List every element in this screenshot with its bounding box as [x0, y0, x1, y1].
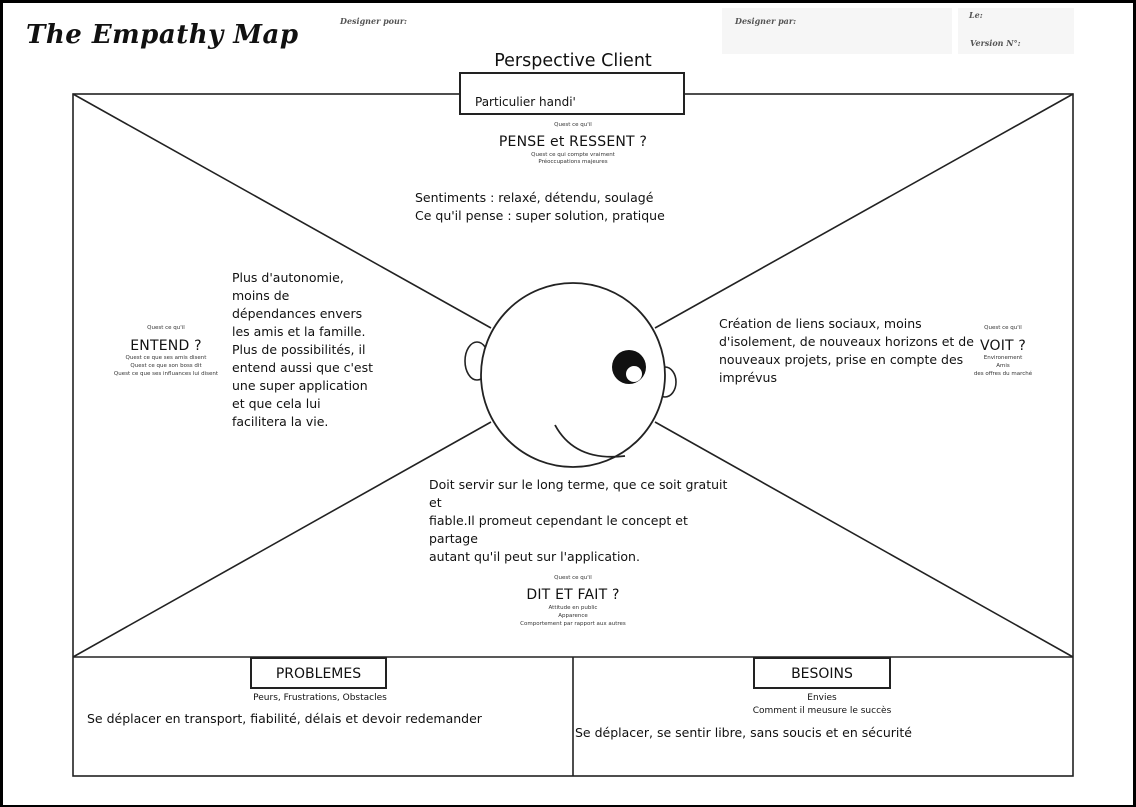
see-small-1: Quest ce qu'il	[984, 325, 1022, 331]
see-heading: VOIT ?	[979, 338, 1027, 354]
think-feel-heading: PENSE et RESSENT ?	[498, 134, 648, 150]
client-label: Particulier handi'	[475, 95, 576, 109]
problems-text: Se déplacer en transport, fiabilité, dél…	[87, 711, 482, 726]
hear-line: Plus de possibilités, il	[232, 342, 366, 357]
hear-text: Plus d'autonomie, moins de dépendances e…	[232, 269, 392, 431]
hear-line: et que cela lui	[232, 396, 321, 411]
problems-label: PROBLEMES	[250, 657, 387, 689]
needs-sub-2: Comment il meusure le succès	[752, 706, 892, 716]
hear-line: une super application	[232, 378, 368, 393]
hear-heading: ENTEND ?	[130, 338, 202, 354]
think-feel-text-1: Sentiments : relaxé, détendu, soulagé	[415, 190, 654, 205]
say-do-line: fiable.Il promeut cependant le concept e…	[429, 513, 688, 546]
hear-line: moins de	[232, 288, 290, 303]
say-do-heading: DIT ET FAIT ?	[526, 587, 620, 603]
hear-small-2: Quest ce que ses amis disent	[125, 355, 207, 361]
hear-line: entend aussi que c'est	[232, 360, 374, 375]
see-small-2: Environement	[983, 355, 1023, 361]
think-small-3: Préoccupations majeures	[538, 159, 608, 165]
see-line: nouveaux projets, prise en compte des	[719, 352, 964, 367]
hear-small-3: Quest ce que son boss dit	[130, 363, 202, 369]
see-small-4: des offres du marché	[973, 371, 1033, 377]
needs-sub-1: Envies	[807, 693, 837, 703]
perspective-title: Perspective Client	[494, 51, 652, 71]
hear-small-4: Quest ce que ses influances lui disent	[113, 371, 219, 377]
say-small-4: Comportement par rapport aux autres	[520, 621, 626, 627]
see-small-3: Amis	[996, 363, 1010, 369]
eye-highlight	[626, 366, 642, 382]
problems-sub: Peurs, Frustrations, Obstacles	[253, 693, 387, 703]
say-do-line: autant qu'il peut sur l'application.	[429, 549, 640, 564]
hear-line: Plus d'autonomie,	[232, 270, 344, 285]
think-small-2: Quest ce qui compte vraiment	[531, 152, 615, 158]
needs-label: BESOINS	[753, 657, 891, 689]
see-text: Création de liens sociaux, moins d'isole…	[719, 315, 989, 387]
hear-small-1: Quest ce qu'il	[147, 325, 185, 331]
say-do-line: Doit servir sur le long terme, que ce so…	[429, 477, 728, 510]
see-line: Création de liens sociaux, moins	[719, 316, 922, 331]
hear-line: dépendances envers	[232, 306, 363, 321]
say-small-1: Quest ce qu'il	[554, 575, 592, 581]
hear-line: les amis et la famille.	[232, 324, 366, 339]
hear-line: facilitera la vie.	[232, 414, 329, 429]
think-feel-text-2: Ce qu'il pense : super solution, pratiqu…	[415, 208, 665, 223]
see-line: d'isolement, de nouveaux horizons et de	[719, 334, 974, 349]
say-small-3: Apparence	[558, 613, 588, 619]
say-do-text: Doit servir sur le long terme, que ce so…	[429, 476, 739, 566]
see-line: imprévus	[719, 370, 777, 385]
think-small-1: Quest ce qu'il	[554, 122, 592, 128]
client-box[interactable]: Particulier handi'	[459, 72, 685, 115]
say-small-2: Attitude en public	[548, 605, 598, 611]
needs-text: Se déplacer, se sentir libre, sans souci…	[575, 725, 912, 740]
